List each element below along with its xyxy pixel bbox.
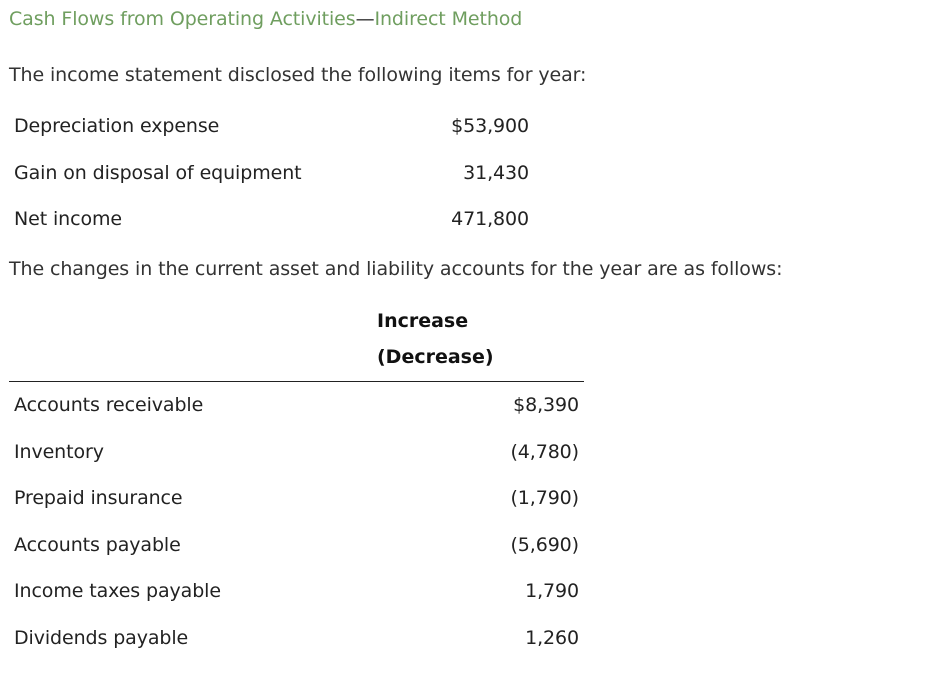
page-title: Cash Flows from Operating Activities—Ind… — [9, 8, 522, 30]
account-label: Inventory — [14, 441, 104, 463]
item-label: Net income — [14, 208, 122, 230]
item-value: 471,800 — [451, 208, 529, 230]
account-change: 1,790 — [525, 580, 579, 602]
changes-intro: The changes in the current asset and lia… — [9, 258, 783, 280]
title-dash: — — [355, 8, 375, 30]
account-label: Income taxes payable — [14, 580, 221, 602]
account-change: (5,690) — [510, 534, 579, 556]
account-change: 1,260 — [525, 627, 579, 649]
account-change: (4,780) — [510, 441, 579, 463]
account-label: Accounts receivable — [14, 394, 204, 416]
column-header-increase: Increase — [377, 310, 469, 332]
item-value: 31,430 — [463, 162, 529, 184]
item-value: $53,900 — [451, 115, 529, 137]
title-method: Indirect Method — [374, 8, 523, 30]
account-label: Prepaid insurance — [14, 487, 183, 509]
account-change: $8,390 — [513, 394, 579, 416]
account-change: (1,790) — [510, 487, 579, 509]
header-divider — [9, 381, 584, 382]
income-statement-intro: The income statement disclosed the follo… — [9, 64, 587, 86]
account-label: Accounts payable — [14, 534, 181, 556]
account-label: Dividends payable — [14, 627, 189, 649]
item-label: Gain on disposal of equipment — [14, 162, 302, 184]
title-main: Cash Flows from Operating Activities — [9, 8, 356, 30]
item-label: Depreciation expense — [14, 115, 220, 137]
column-header-decrease: (Decrease) — [377, 346, 494, 368]
